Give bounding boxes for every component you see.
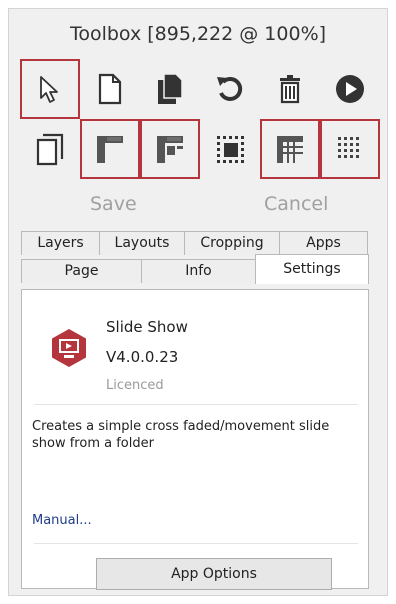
tab-cropping[interactable]: Cropping xyxy=(184,231,280,255)
tab-row-top: Layers Layouts Cropping Apps xyxy=(21,231,368,255)
save-button[interactable]: Save xyxy=(90,193,137,215)
rotate-button[interactable] xyxy=(200,59,260,119)
app-name: Slide Show xyxy=(106,318,188,336)
rotate-icon xyxy=(217,76,243,101)
tab-layers[interactable]: Layers xyxy=(21,231,100,255)
blank-page-icon xyxy=(98,73,122,105)
divider xyxy=(34,404,358,405)
tab-page[interactable]: Page xyxy=(21,259,142,283)
toolbox-window: Toolbox [895,222 @ 100%] Save Cancel Lay… xyxy=(8,8,388,596)
grid-lines-icon xyxy=(277,136,303,163)
trash-icon xyxy=(280,75,300,104)
dot-grid-icon xyxy=(338,137,359,158)
layout-corner-button[interactable] xyxy=(80,119,140,179)
layout-split-icon xyxy=(157,136,183,163)
tab-settings[interactable]: Settings xyxy=(255,254,369,284)
duplicate-pages-button[interactable] xyxy=(140,59,200,119)
app-license: Licenced xyxy=(106,378,164,393)
pointer-tool-button[interactable] xyxy=(20,59,80,119)
app-description: Creates a simple cross faded/movement sl… xyxy=(32,419,330,451)
crop-center-icon xyxy=(217,136,244,163)
settings-panel: Slide Show V4.0.0.23 Licenced Creates a … xyxy=(21,289,369,590)
copy-page-icon xyxy=(36,133,64,166)
copy-page-button[interactable] xyxy=(20,119,80,179)
pages-icon xyxy=(158,73,183,104)
layout-split-button[interactable] xyxy=(140,119,200,179)
slideshow-hexagon-icon xyxy=(52,329,86,367)
play-icon xyxy=(336,75,364,103)
tab-row-bottom: Page Info Settings xyxy=(21,254,369,284)
new-page-button[interactable] xyxy=(80,59,140,119)
app-version: V4.0.0.23 xyxy=(106,348,179,366)
app-options-button[interactable]: App Options xyxy=(96,558,332,590)
divider xyxy=(34,543,358,544)
pointer-icon xyxy=(40,76,58,103)
window-title: Toolbox [895,222 @ 100%] xyxy=(69,23,327,45)
delete-button[interactable] xyxy=(260,59,320,119)
play-button[interactable] xyxy=(320,59,380,119)
cancel-button[interactable]: Cancel xyxy=(264,193,328,215)
grid-lines-button[interactable] xyxy=(260,119,320,179)
tab-info[interactable]: Info xyxy=(141,259,256,283)
crop-center-button[interactable] xyxy=(200,119,260,179)
tab-apps[interactable]: Apps xyxy=(279,231,368,255)
dot-grid-button[interactable] xyxy=(320,119,380,179)
layout-corner-icon xyxy=(97,136,123,163)
tab-layouts[interactable]: Layouts xyxy=(99,231,185,255)
manual-link[interactable]: Manual... xyxy=(32,513,92,528)
